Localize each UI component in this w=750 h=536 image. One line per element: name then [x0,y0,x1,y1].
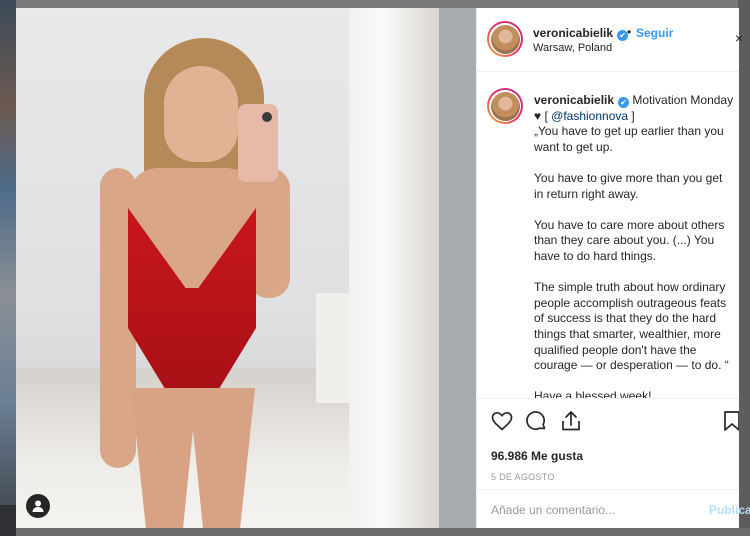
heart-icon[interactable] [490,409,514,433]
header-username[interactable]: veronicabielik ✔ [533,26,629,41]
caption-avatar[interactable] [487,88,523,124]
share-icon[interactable] [559,409,583,433]
comment-input[interactable] [491,490,701,530]
comment-form: Publicar [477,489,750,530]
avatar-border [489,90,521,122]
avatar-image [490,24,520,54]
caption-paragraph-1: „You have to get up earlier than you wan… [534,124,724,154]
follow-button[interactable]: Seguir [636,26,673,40]
photo-phone-camera [262,112,272,122]
caption-scroll-area[interactable]: veronicabielik ✔ Motivation Monday ♥ [ @f… [477,72,739,398]
bookmark-icon[interactable] [723,409,739,433]
user-icon [32,500,44,512]
caption-intro-end: ] [628,108,635,123]
publish-button[interactable]: Publicar [709,503,750,517]
photo-curtain [349,8,439,528]
separator-dot: • [627,25,632,39]
post-date[interactable]: 5 DE AGOSTO [491,472,555,482]
caption-username[interactable]: veronicabielik [534,93,614,107]
more-options-icon[interactable]: × [735,30,743,46]
avatar-border [489,23,521,55]
backdrop-thumbnail [0,505,16,536]
caption-paragraph-4: The simple truth about how ordinary peop… [534,280,729,373]
post-side-panel: veronicabielik ✔ • Seguir Warsaw, Poland … [476,8,750,530]
photo-door [439,8,476,528]
post-actions: 96.986 Me gusta 5 DE AGOSTO Publicar [477,398,750,530]
user-tag-button[interactable] [26,494,50,518]
backdrop-right [738,0,750,536]
caption-paragraph-2: You have to give more than you get in re… [534,170,723,201]
comment-icon[interactable] [524,409,548,433]
backdrop-top [0,0,750,8]
location-link[interactable]: Warsaw, Poland [533,42,612,54]
post-photo[interactable] [16,8,476,528]
likes-count[interactable]: 96.986 Me gusta [491,449,583,463]
caption-paragraph-5: Have a blessed week! [534,389,652,398]
backdrop-left-thumbnails [0,0,16,536]
mention-link[interactable]: @fashionnova [551,109,628,123]
photo-figure-head [164,66,238,162]
header-avatar[interactable] [487,21,523,57]
verified-badge-icon: ✔ [618,97,630,108]
post-header: veronicabielik ✔ • Seguir Warsaw, Poland … [477,8,743,72]
caption-first-line: veronicabielik ✔ Motivation Monday ♥ [ @f… [534,93,734,155]
photo-bed [316,293,350,403]
photo-phone [238,104,278,182]
avatar-image [490,91,520,121]
caption-text: veronicabielik ✔ Motivation Monday ♥ [ @f… [534,93,734,398]
caption-paragraph-3: You have to care more about others than … [534,217,725,263]
header-username-text[interactable]: veronicabielik [533,26,613,40]
